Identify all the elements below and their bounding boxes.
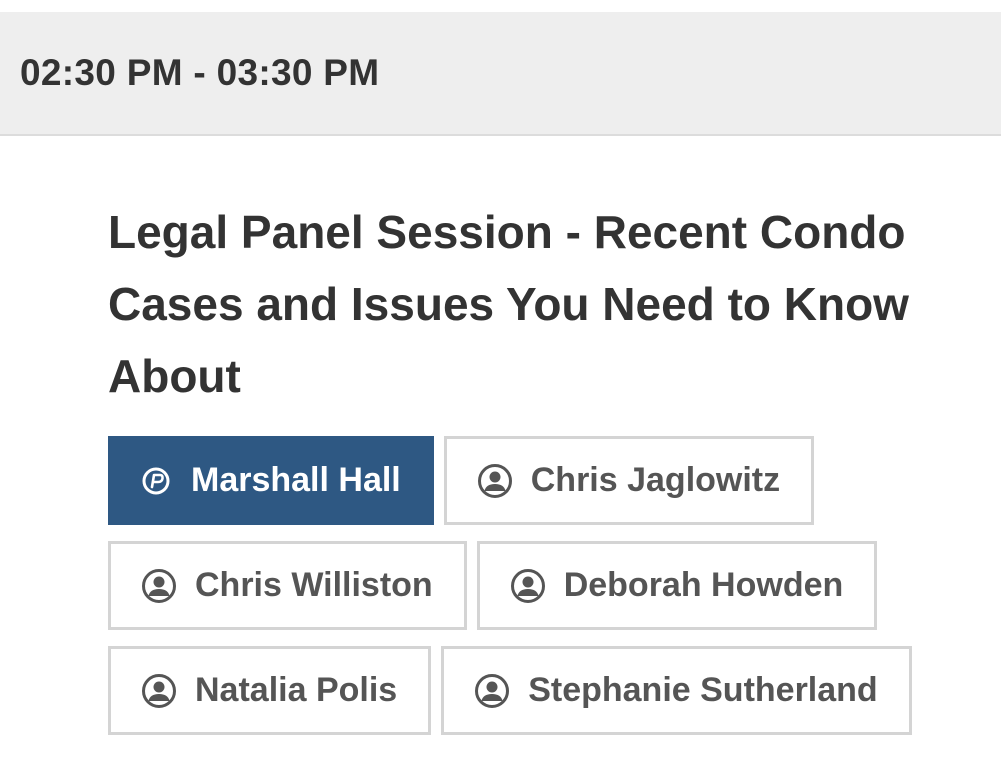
speaker-chip-chris-jaglowitz[interactable]: Chris Jaglowitz [443, 436, 815, 525]
session-title: Legal Panel Session - Recent Condo Cases… [108, 206, 909, 402]
speaker-name: Stephanie Sutherland [528, 671, 878, 709]
speaker-chip-deborah-howden[interactable]: Deborah Howden [476, 541, 878, 630]
user-icon [141, 568, 177, 604]
speaker-chip-marshall-hall[interactable]: Marshall Hall [108, 436, 434, 525]
user-icon [510, 568, 546, 604]
speaker-name: Chris Williston [195, 566, 433, 604]
speaker-list: Marshall Hall Chris Jaglowitz Chris Will… [108, 436, 928, 735]
speaker-name: Deborah Howden [563, 566, 844, 604]
speaker-name: Marshall Hall [191, 461, 401, 499]
speaker-name: Natalia Polis [195, 671, 398, 709]
user-icon [477, 463, 513, 499]
top-spacer [0, 0, 1001, 12]
speaker-chip-stephanie-sutherland[interactable]: Stephanie Sutherland [441, 646, 912, 735]
moderator-icon [141, 466, 171, 496]
speaker-chip-natalia-polis[interactable]: Natalia Polis [108, 646, 432, 735]
user-icon [141, 673, 177, 709]
user-icon [474, 673, 510, 709]
session-time-header: 02:30 PM - 03:30 PM [0, 12, 1001, 136]
speaker-chip-chris-williston[interactable]: Chris Williston [108, 541, 467, 630]
speaker-name: Chris Jaglowitz [530, 461, 781, 499]
session-time-range: 02:30 PM - 03:30 PM [20, 52, 380, 93]
session-details: Legal Panel Session - Recent Condo Cases… [0, 136, 1001, 735]
